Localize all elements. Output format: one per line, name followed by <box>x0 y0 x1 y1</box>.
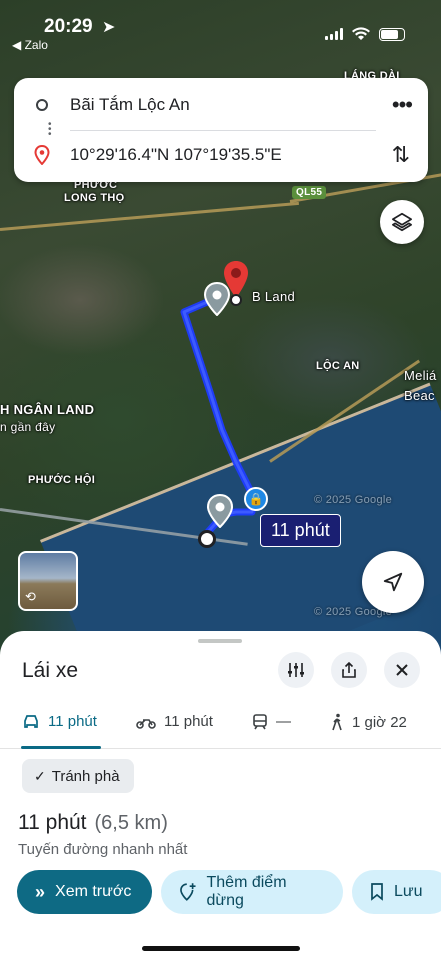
save-button[interactable]: Lưu <box>352 870 441 914</box>
tab-motorbike[interactable]: 11 phút <box>136 713 213 730</box>
add-place-icon <box>180 883 196 901</box>
sheet-title: Lái xe <box>22 659 79 682</box>
navigation-arrow-icon <box>383 572 403 592</box>
add-stop-button[interactable]: Thêm điểm dừng <box>161 870 343 914</box>
close-icon <box>396 664 408 676</box>
wifi-icon <box>352 27 370 40</box>
destination-row[interactable]: 10°29'16.4"N 107°19'35.5"E <box>14 130 428 180</box>
battery-icon <box>379 27 405 41</box>
eta-bubble[interactable]: 11 phút <box>260 514 341 547</box>
tab-driving-label: 11 phút <box>48 713 97 730</box>
toll-icon: 🔒 <box>244 487 268 511</box>
origin-row[interactable]: Bãi Tắm Lộc An <box>14 80 428 130</box>
tab-motorbike-label: 11 phút <box>164 713 213 730</box>
double-chevron-icon: » <box>35 881 46 902</box>
route-summary: 11 phút (6,5 km) <box>18 811 168 835</box>
origin-marker[interactable] <box>198 530 216 548</box>
tab-walking[interactable]: 1 giờ 22 <box>330 713 407 731</box>
transit-icon <box>253 713 267 729</box>
place-pin-icon[interactable] <box>206 494 234 528</box>
route-options-button[interactable] <box>278 652 314 688</box>
layers-icon <box>392 212 412 232</box>
swap-icon[interactable]: ⇅ <box>392 142 410 168</box>
preview-button[interactable]: » Xem trước <box>17 870 152 914</box>
route-note: Tuyến đường nhanh nhất <box>18 841 188 858</box>
sliders-icon <box>288 663 304 677</box>
back-app-label: Zalo <box>24 38 48 52</box>
origin-field[interactable]: Bãi Tắm Lộc An <box>70 95 190 115</box>
add-stop-label: Thêm điểm dừng <box>206 874 287 909</box>
save-label: Lưu <box>394 883 423 900</box>
travel-mode-tabs: 11 phút 11 phút — 1 giờ 22 <box>0 705 441 749</box>
walk-icon <box>332 713 342 731</box>
more-options-icon[interactable]: ••• <box>392 92 413 118</box>
origin-circle-icon <box>36 99 48 111</box>
avoid-ferry-label: Tránh phà <box>51 767 120 785</box>
route-distance: (6,5 km) <box>94 812 168 834</box>
back-to-app[interactable]: ◀ Zalo <box>12 38 48 52</box>
preview-label: Xem trước <box>55 883 132 900</box>
tab-walking-label: 1 giờ 22 <box>352 713 407 731</box>
check-icon: ✓ <box>34 767 46 784</box>
bookmark-icon <box>371 883 383 901</box>
bottom-sheet: Lái xe 11 phút 11 phút — 1 giờ 22 ✓ Trán… <box>0 631 441 960</box>
rotate-360-icon: ⟲ <box>25 589 36 604</box>
signal-icon <box>325 28 343 40</box>
destination-pin-small-icon <box>34 145 50 165</box>
home-indicator[interactable] <box>142 946 300 951</box>
tab-driving[interactable]: 11 phút <box>22 713 97 730</box>
motorbike-icon <box>136 718 156 729</box>
avoid-ferry-chip[interactable]: ✓ Tránh phà <box>22 759 134 793</box>
share-button[interactable] <box>331 652 367 688</box>
car-icon <box>24 714 38 728</box>
sheet-grabber[interactable] <box>198 639 242 643</box>
active-tab-indicator <box>21 746 101 749</box>
route-duration: 11 phút <box>18 811 87 834</box>
recenter-button[interactable] <box>362 551 424 613</box>
close-button[interactable] <box>384 652 420 688</box>
tab-transit[interactable]: — <box>252 713 291 730</box>
destination-dot <box>230 294 242 306</box>
status-bar: 20:29 ➤ ◀ Zalo <box>0 0 441 56</box>
location-arrow-icon: ➤ <box>102 19 116 36</box>
directions-card: Bãi Tắm Lộc An • • • 10°29'16.4"N 107°19'3… <box>14 78 428 182</box>
destination-field[interactable]: 10°29'16.4"N 107°19'35.5"E <box>70 145 282 165</box>
street-view-thumbnail[interactable]: ⟲ <box>18 551 78 611</box>
tab-transit-label: — <box>276 713 291 730</box>
status-time: 20:29 <box>44 16 93 37</box>
layers-button[interactable] <box>380 200 424 244</box>
share-icon <box>342 661 356 678</box>
